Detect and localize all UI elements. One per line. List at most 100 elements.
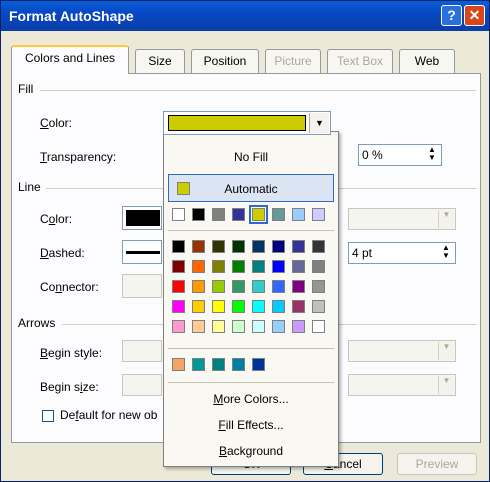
color-swatch[interactable] [212, 240, 225, 253]
color-swatch[interactable] [172, 280, 185, 293]
end-size-dropdown[interactable]: ▼ [348, 374, 456, 396]
begin-style-label: Begin style: [40, 346, 103, 360]
help-button[interactable]: ? [441, 5, 462, 26]
color-swatch[interactable] [252, 358, 265, 371]
color-swatch[interactable] [252, 280, 265, 293]
connector-dropdown[interactable] [122, 274, 162, 298]
transparency-label: Transparency: [40, 150, 117, 164]
color-swatch[interactable] [252, 240, 265, 253]
color-swatch[interactable] [212, 280, 225, 293]
chevron-down-icon: ▼ [438, 210, 454, 228]
color-swatch[interactable] [212, 320, 225, 333]
fill-effects-option[interactable]: Fill Effects... [164, 418, 338, 432]
tab-text-box[interactable]: Text Box [327, 49, 393, 73]
dashed-label: Dashed: [40, 246, 85, 260]
color-swatch[interactable] [172, 260, 185, 273]
background-option[interactable]: Background [164, 444, 338, 458]
color-swatch[interactable] [272, 208, 285, 221]
color-swatch[interactable] [212, 358, 225, 371]
color-swatch[interactable] [192, 260, 205, 273]
color-swatch[interactable] [272, 240, 285, 253]
color-swatch[interactable] [272, 280, 285, 293]
line-weight-value: 4 pt [352, 246, 373, 260]
line-weight-spinner[interactable]: ▲ ▼ [439, 244, 453, 262]
color-swatch[interactable] [192, 300, 205, 313]
color-swatch[interactable] [232, 280, 245, 293]
color-swatch[interactable] [232, 260, 245, 273]
color-swatch[interactable] [312, 240, 325, 253]
popup-separator [168, 348, 334, 349]
tab-strip: Colors and Lines Size Position Picture T… [11, 43, 481, 74]
more-colors-option[interactable]: More Colors... [164, 392, 338, 406]
color-swatch[interactable] [232, 208, 245, 221]
default-for-new-objects-label: Default for new ob [60, 408, 158, 422]
tab-web[interactable]: Web [399, 49, 455, 73]
fill-section-label: Fill [18, 82, 34, 96]
chevron-down-icon[interactable]: ▼ [309, 113, 329, 133]
no-fill-option[interactable]: No Fill [164, 150, 338, 164]
color-swatch[interactable] [252, 300, 265, 313]
color-swatch[interactable] [172, 300, 185, 313]
dash-preview-line [126, 251, 160, 254]
color-swatch[interactable] [212, 260, 225, 273]
begin-style-dropdown[interactable] [122, 340, 162, 362]
tab-picture[interactable]: Picture [265, 49, 321, 73]
color-swatch[interactable] [312, 260, 325, 273]
tab-position[interactable]: Position [191, 49, 259, 73]
chevron-down-icon: ▼ [438, 342, 454, 360]
color-swatch[interactable] [292, 240, 305, 253]
line-weight-input[interactable]: 4 pt ▲ ▼ [348, 242, 456, 264]
color-swatch[interactable] [232, 240, 245, 253]
line-color-label: Color: [40, 212, 73, 226]
color-swatch[interactable] [312, 320, 325, 333]
fill-color-dropdown[interactable]: ▼ [163, 111, 331, 135]
dialog-title: Format AutoShape [9, 8, 134, 24]
color-swatch[interactable] [192, 280, 205, 293]
color-swatch[interactable] [272, 320, 285, 333]
popup-separator [168, 230, 334, 231]
fill-color-chip [168, 115, 306, 131]
color-swatch[interactable] [312, 280, 325, 293]
color-swatch[interactable] [312, 300, 325, 313]
color-swatch[interactable] [292, 208, 305, 221]
tab-colors-and-lines[interactable]: Colors and Lines [11, 45, 129, 74]
color-swatch[interactable] [232, 320, 245, 333]
default-for-new-objects-checkbox[interactable] [42, 410, 54, 422]
transparency-input[interactable]: 0 % ▲ ▼ [358, 144, 442, 166]
color-swatch[interactable] [212, 300, 225, 313]
color-swatch[interactable] [292, 280, 305, 293]
color-swatch[interactable] [292, 300, 305, 313]
color-swatch[interactable] [212, 208, 225, 221]
color-swatch[interactable] [172, 320, 185, 333]
color-swatch[interactable] [172, 240, 185, 253]
color-picker-popup: No Fill Automatic More Colors... Fill Ef… [163, 131, 339, 467]
color-swatch[interactable] [249, 205, 268, 224]
preview-button[interactable]: Preview [397, 453, 477, 475]
color-swatch[interactable] [292, 260, 305, 273]
begin-size-dropdown[interactable] [122, 374, 162, 396]
color-swatch[interactable] [312, 208, 325, 221]
line-style-dropdown[interactable]: ▼ [348, 208, 456, 230]
dashed-dropdown[interactable] [122, 240, 162, 264]
tab-size[interactable]: Size [135, 49, 185, 73]
color-swatch[interactable] [272, 300, 285, 313]
color-swatch[interactable] [252, 260, 265, 273]
color-swatch[interactable] [272, 260, 285, 273]
line-color-dropdown[interactable] [122, 206, 162, 230]
color-swatch[interactable] [192, 208, 205, 221]
color-swatch[interactable] [172, 208, 185, 221]
end-style-dropdown[interactable]: ▼ [348, 340, 456, 362]
color-swatch[interactable] [192, 358, 205, 371]
title-bar: Format AutoShape ? ✕ [1, 1, 489, 31]
transparency-spinner[interactable]: ▲ ▼ [425, 146, 439, 164]
color-swatch[interactable] [192, 240, 205, 253]
color-swatch[interactable] [232, 300, 245, 313]
color-swatch[interactable] [172, 358, 185, 371]
close-button[interactable]: ✕ [464, 5, 485, 26]
begin-size-label: Begin size: [40, 380, 99, 394]
automatic-option[interactable]: Automatic [168, 174, 334, 202]
color-swatch[interactable] [192, 320, 205, 333]
color-swatch[interactable] [232, 358, 245, 371]
color-swatch[interactable] [252, 320, 265, 333]
color-swatch[interactable] [292, 320, 305, 333]
